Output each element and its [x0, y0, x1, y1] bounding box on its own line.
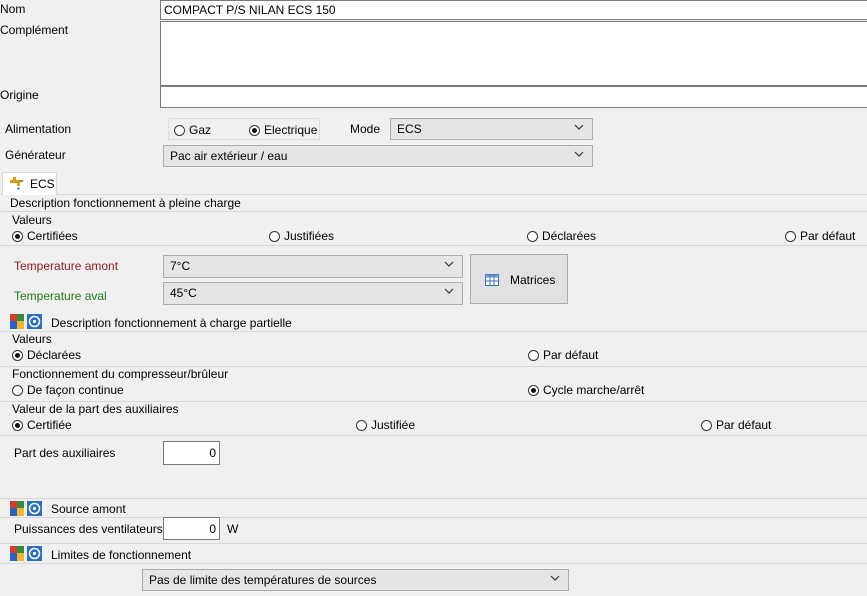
tab-baseline [0, 194, 867, 195]
radio-cycle-circle [528, 385, 539, 396]
limites-title: Limites de fonctionnement [51, 548, 192, 562]
divider [0, 543, 867, 544]
divider [0, 435, 867, 436]
chevron-down-icon [444, 261, 454, 267]
radio-cycle[interactable]: Cycle marche/arrêt [528, 383, 644, 397]
puissance-value: 0 [209, 522, 216, 536]
radio-aux-par-defaut[interactable]: Par défaut [701, 418, 771, 432]
radio-gaz-circle [174, 125, 185, 136]
limites-select[interactable]: Pas de limite des températures de source… [142, 569, 569, 591]
radio-par-defaut-circle [785, 231, 796, 242]
nom-value: COMPACT P/S NILAN ECS 150 [164, 3, 336, 17]
chevron-down-icon [574, 151, 584, 157]
compresseur-label: Fonctionnement du compresseur/brûleur [12, 367, 229, 381]
radio-electrique-label: Electrique [264, 123, 318, 137]
complement-field[interactable] [160, 21, 867, 86]
radio-partielle-declarees-circle [12, 350, 23, 361]
radio-electrique[interactable]: Electrique [249, 123, 317, 137]
temp-amont-select[interactable]: 7°C [163, 255, 463, 278]
radio-continue-circle [12, 385, 23, 396]
divider [0, 498, 867, 499]
radio-certifiees[interactable]: Certifiées [12, 229, 78, 243]
mode-label: Mode [350, 122, 381, 136]
radio-partielle-par-defaut-label: Par défaut [543, 348, 599, 362]
radio-continue[interactable]: De façon continue [12, 383, 124, 397]
chevron-down-icon [574, 124, 584, 130]
origine-field[interactable] [160, 86, 867, 108]
alimentation-label: Alimentation [5, 122, 72, 136]
temp-aval-select[interactable]: 45°C [163, 282, 463, 305]
radio-declarees-circle [527, 231, 538, 242]
matrices-label: Matrices [510, 273, 556, 287]
radio-certifiee-circle [12, 420, 23, 431]
part-auxiliaires-value: 0 [209, 446, 216, 460]
origine-label: Origine [0, 88, 39, 102]
radio-justifiee-circle [356, 420, 367, 431]
radio-par-defaut[interactable]: Par défaut [785, 229, 855, 243]
divider [0, 245, 867, 246]
radio-justifiees-label: Justifiées [284, 229, 335, 243]
temp-aval-label: Temperature aval [14, 289, 107, 303]
radio-declarees-label: Déclarées [542, 229, 597, 243]
divider [0, 563, 867, 564]
tab-ecs-label: ECS [30, 177, 55, 191]
radio-justifiees[interactable]: Justifiées [269, 229, 334, 243]
matrices-button[interactable]: Matrices [470, 254, 568, 304]
radio-justifiees-circle [269, 231, 280, 242]
radio-partielle-declarees[interactable]: Déclarées [12, 348, 81, 362]
radio-declarees[interactable]: Déclarées [527, 229, 596, 243]
puissance-label: Puissances des ventilateurs [14, 522, 163, 536]
part-auxiliaires-input[interactable]: 0 [163, 441, 220, 465]
radio-gaz[interactable]: Gaz [174, 123, 211, 137]
temp-amont-value: 7°C [170, 259, 191, 273]
radio-aux-par-defaut-circle [701, 420, 712, 431]
part-auxiliaires-label: Part des auxiliaires [14, 446, 116, 460]
complement-label: Complément [0, 23, 69, 37]
radio-justifiee-label: Justifiée [371, 418, 416, 432]
radio-certifiee[interactable]: Certifiée [12, 418, 72, 432]
generateur-value: Pac air extérieur / eau [170, 149, 288, 163]
nom-field[interactable]: COMPACT P/S NILAN ECS 150 [160, 0, 867, 20]
puissance-unit: W [227, 522, 239, 536]
limites-value: Pas de limite des températures de source… [149, 573, 377, 587]
divider [0, 211, 867, 212]
radio-partielle-par-defaut-circle [528, 350, 539, 361]
heat-pump-icon [10, 546, 42, 561]
puissance-input[interactable]: 0 [163, 517, 220, 540]
mode-select[interactable]: ECS [390, 118, 593, 140]
chevron-down-icon [444, 288, 454, 294]
temp-amont-label: Temperature amont [14, 259, 119, 273]
heat-pump-icon [10, 314, 42, 329]
radio-aux-par-defaut-label: Par défaut [716, 418, 772, 432]
generateur-select[interactable]: Pac air extérieur / eau [163, 145, 593, 167]
faucet-icon [10, 177, 23, 190]
auxiliaires-label: Valeur de la part des auxiliaires [12, 402, 179, 416]
radio-certifiees-label: Certifiées [27, 229, 78, 243]
radio-par-defaut-label: Par défaut [800, 229, 856, 243]
divider [0, 517, 867, 518]
charge-partielle-title: Description fonctionnement à charge part… [51, 316, 292, 330]
radio-certifiees-circle [12, 231, 23, 242]
chevron-down-icon [550, 575, 560, 581]
mode-value: ECS [397, 122, 422, 136]
divider [0, 331, 867, 332]
radio-partielle-par-defaut[interactable]: Par défaut [528, 348, 598, 362]
radio-justifiee[interactable]: Justifiée [356, 418, 415, 432]
generateur-label: Générateur [5, 148, 66, 162]
heat-pump-icon [10, 501, 42, 516]
temp-aval-value: 45°C [170, 286, 197, 300]
source-amont-title: Source amont [51, 502, 126, 516]
radio-continue-label: De façon continue [27, 383, 124, 397]
radio-cycle-label: Cycle marche/arrêt [543, 383, 645, 397]
pleine-charge-title: Description fonctionnement à pleine char… [10, 196, 241, 210]
radio-certifiee-label: Certifiée [27, 418, 72, 432]
nom-label: Nom [0, 2, 26, 16]
radio-partielle-declarees-label: Déclarées [27, 348, 82, 362]
partielle-valeurs-label: Valeurs [12, 332, 52, 346]
tab-ecs[interactable]: ECS [2, 172, 57, 195]
pleine-valeurs-label: Valeurs [12, 213, 52, 227]
table-grid-icon [485, 274, 499, 286]
radio-electrique-circle [249, 125, 260, 136]
radio-gaz-label: Gaz [189, 123, 212, 137]
